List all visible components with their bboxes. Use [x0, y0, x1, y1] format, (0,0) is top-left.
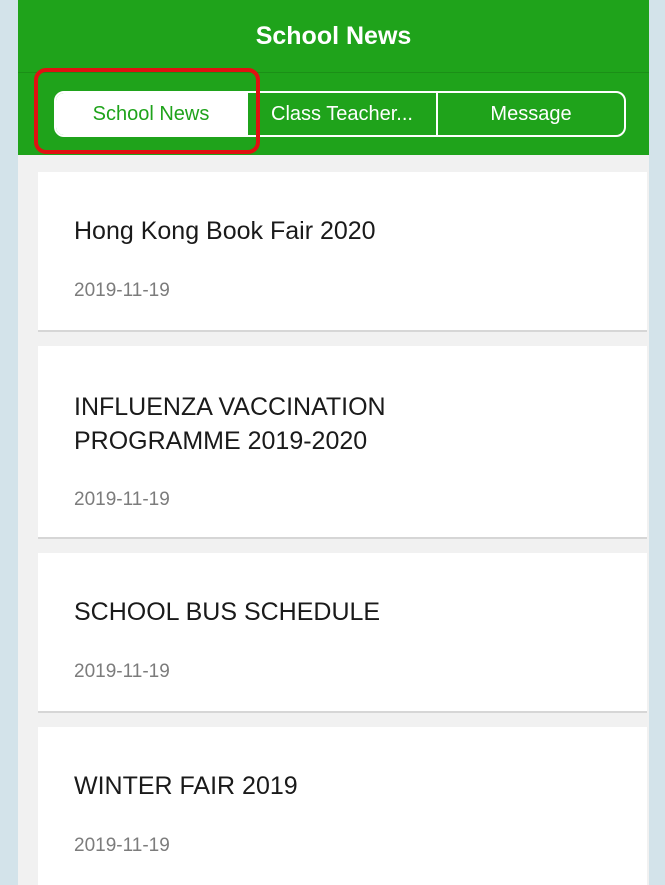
news-item[interactable]: WINTER FAIR 2019 2019-11-19 — [38, 727, 647, 885]
news-date: 2019-11-19 — [74, 835, 170, 856]
app-screen: School News School News Class Teacher...… — [18, 0, 649, 885]
news-date: 2019-11-19 — [74, 280, 170, 301]
header-divider — [18, 72, 649, 73]
news-item[interactable]: Hong Kong Book Fair 2020 2019-11-19 — [38, 172, 647, 332]
news-item[interactable]: INFLUENZA VACCINATION PROGRAMME 2019-202… — [38, 346, 647, 539]
page-title: School News — [255, 22, 412, 50]
news-title: WINTER FAIR 2019 — [74, 772, 298, 800]
news-title: SCHOOL BUS SCHEDULE — [74, 598, 381, 626]
news-date: 2019-11-19 — [74, 489, 170, 510]
news-date: 2019-11-19 — [74, 661, 170, 682]
tab-message[interactable]: Message — [436, 93, 624, 135]
app-header: School News School News Class Teacher...… — [18, 0, 649, 155]
news-title: Hong Kong Book Fair 2020 — [74, 217, 376, 245]
news-title: INFLUENZA VACCINATION PROGRAMME 2019-202… — [74, 393, 386, 455]
news-item[interactable]: SCHOOL BUS SCHEDULE 2019-11-19 — [38, 553, 647, 713]
segmented-control: School News Class Teacher... Message — [54, 91, 626, 137]
tab-school-news[interactable]: School News — [56, 93, 246, 135]
tab-class-teacher[interactable]: Class Teacher... — [246, 93, 436, 135]
news-list: Hong Kong Book Fair 2020 2019-11-19 INFL… — [38, 172, 647, 885]
